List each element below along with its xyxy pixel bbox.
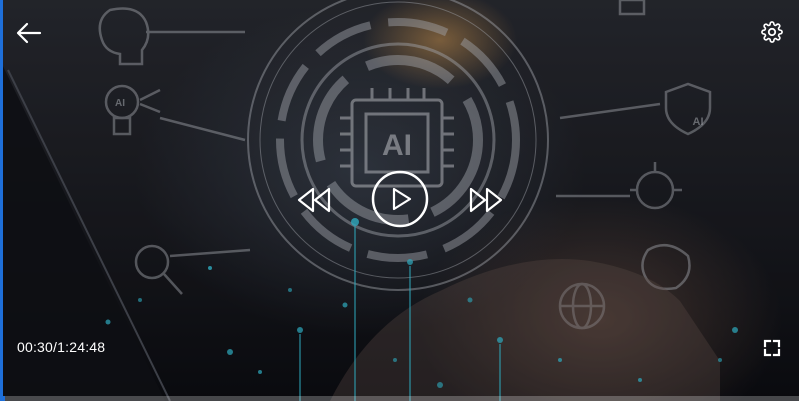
fullscreen-icon — [763, 339, 781, 357]
progress-bar[interactable] — [0, 396, 799, 401]
time-display: 00:30/1:24:48 — [17, 339, 105, 355]
play-button[interactable] — [371, 170, 429, 228]
rewind-button[interactable] — [296, 182, 332, 218]
frame-edge — [0, 0, 3, 401]
video-player[interactable]: AI AI AI 00:30/1:24:48 — [0, 0, 799, 401]
arrow-left-icon — [16, 22, 42, 44]
elapsed-time: 00:30 — [17, 339, 54, 355]
settings-button[interactable] — [758, 18, 786, 46]
gear-icon — [761, 21, 783, 43]
progress-fill — [0, 396, 5, 401]
playback-controls — [296, 170, 506, 230]
play-icon — [371, 170, 429, 228]
fast-forward-icon — [469, 187, 503, 213]
fullscreen-button[interactable] — [760, 336, 784, 360]
rewind-icon — [297, 187, 331, 213]
fast-forward-button[interactable] — [468, 182, 504, 218]
total-duration: 1:24:48 — [57, 339, 106, 355]
back-button[interactable] — [14, 18, 44, 48]
